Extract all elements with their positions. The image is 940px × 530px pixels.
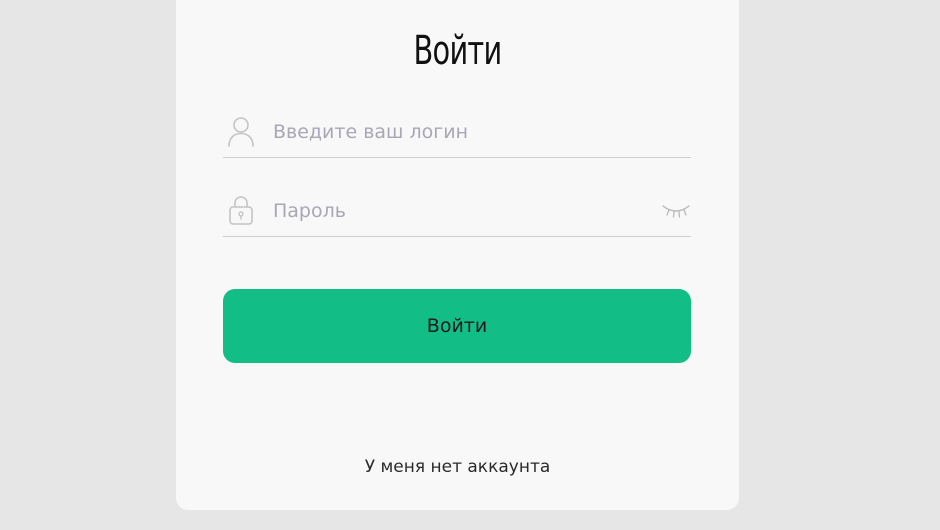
page-title: Войти [413, 28, 503, 74]
no-account-link[interactable]: У меня нет аккаунта [176, 457, 739, 477]
login-field [223, 111, 691, 158]
login-input[interactable] [273, 117, 643, 147]
login-card: Войти Введите ваш логин Войти У меня нет… [176, 0, 739, 510]
eye-closed-icon[interactable] [661, 200, 691, 220]
password-field [223, 190, 691, 237]
login-button[interactable]: Войти [223, 289, 691, 363]
password-input[interactable] [273, 196, 643, 226]
lock-icon [227, 194, 255, 226]
user-icon [227, 115, 255, 147]
